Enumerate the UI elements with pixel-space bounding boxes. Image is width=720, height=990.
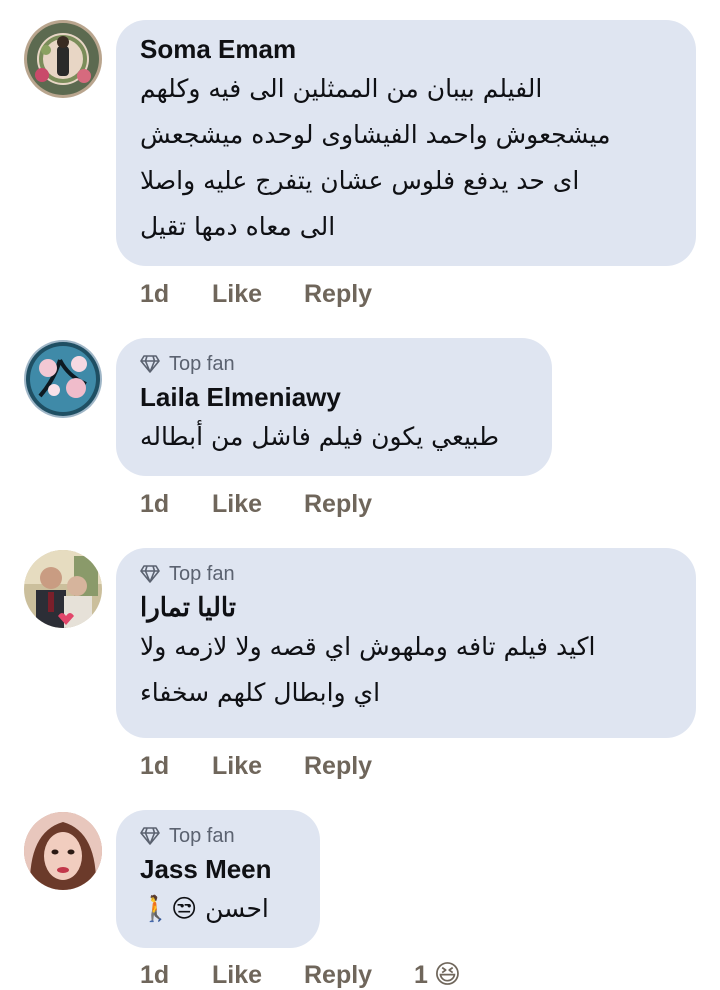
diamond-icon xyxy=(140,565,160,583)
comment-text-line: طبيعي يكون فيلم فاشل من أبطاله xyxy=(140,422,499,451)
reply-button[interactable]: Reply xyxy=(304,490,414,519)
comment-actions: 1d Like Reply xyxy=(140,752,414,781)
comment-actions: 1d Like Reply 1 😆 xyxy=(140,960,461,990)
comment-author[interactable]: Soma Emam xyxy=(140,32,672,66)
comment-time[interactable]: 1d xyxy=(140,490,212,519)
avatar-image xyxy=(24,550,102,628)
top-fan-badge: Top fan xyxy=(140,350,528,378)
comment-bubble: Top fan Laila Elmeniawy طبيعي يكون فيلم … xyxy=(116,338,552,476)
comment-bubble: Top fan تاليا تمارا اكيد فيلم تافه وملهو… xyxy=(116,548,696,738)
comment-text-line: اكيد فيلم تافه وملهوش اي قصه ولا لازمه و… xyxy=(140,632,596,661)
comment-text-line: اي وابطال كلهم سخفاء xyxy=(140,678,381,707)
avatar[interactable] xyxy=(24,812,102,890)
top-fan-badge: Top fan xyxy=(140,822,296,850)
diamond-icon xyxy=(140,827,160,845)
comment-text-line: اى حد يدفع فلوس عشان يتفرج عليه واصلا xyxy=(140,166,580,195)
like-button[interactable]: Like xyxy=(212,280,304,309)
badge-label: Top fan xyxy=(169,562,235,585)
laughing-emoji-icon: 😆 xyxy=(433,960,462,990)
comment-actions: 1d Like Reply xyxy=(140,280,414,309)
comment-time[interactable]: 1d xyxy=(140,961,212,990)
like-button[interactable]: Like xyxy=(212,490,304,519)
comment-bubble: Top fan Jass Meen احسن 😒🚶 xyxy=(116,810,320,948)
like-button[interactable]: Like xyxy=(212,752,304,781)
comment-author[interactable]: Jass Meen xyxy=(140,852,296,886)
reaction-summary[interactable]: 1 😆 xyxy=(414,960,461,990)
comment-text-line: احسن 😒🚶 xyxy=(140,894,269,923)
avatar[interactable] xyxy=(24,550,102,628)
comment-author[interactable]: Laila Elmeniawy xyxy=(140,380,528,414)
comment-actions: 1d Like Reply xyxy=(140,490,414,519)
avatar[interactable] xyxy=(24,340,102,418)
reply-button[interactable]: Reply xyxy=(304,280,414,309)
comment-text-line: ميشجعوش واحمد الفيشاوى لوحده ميشجعش xyxy=(140,120,611,149)
badge-label: Top fan xyxy=(169,352,235,375)
diamond-icon xyxy=(140,355,160,373)
avatar-image xyxy=(24,812,102,890)
top-fan-badge: Top fan xyxy=(140,560,672,588)
comment-time[interactable]: 1d xyxy=(140,752,212,781)
like-button[interactable]: Like xyxy=(212,961,304,990)
reaction-count: 1 xyxy=(414,960,428,989)
comment-text-line: الى معاه دمها تقيل xyxy=(140,212,336,241)
avatar-image xyxy=(24,20,102,98)
comment-bubble: Soma Emam الفيلم بيبان من الممثلين الى ف… xyxy=(116,20,696,266)
reply-button[interactable]: Reply xyxy=(304,752,414,781)
comment-time[interactable]: 1d xyxy=(140,280,212,309)
badge-label: Top fan xyxy=(169,824,235,847)
comment-author[interactable]: تاليا تمارا xyxy=(140,590,672,624)
avatar-image xyxy=(24,340,102,418)
reply-button[interactable]: Reply xyxy=(304,961,414,990)
comment-text-line: الفيلم بيبان من الممثلين الى فيه وكلهم xyxy=(140,74,543,103)
avatar[interactable] xyxy=(24,20,102,98)
